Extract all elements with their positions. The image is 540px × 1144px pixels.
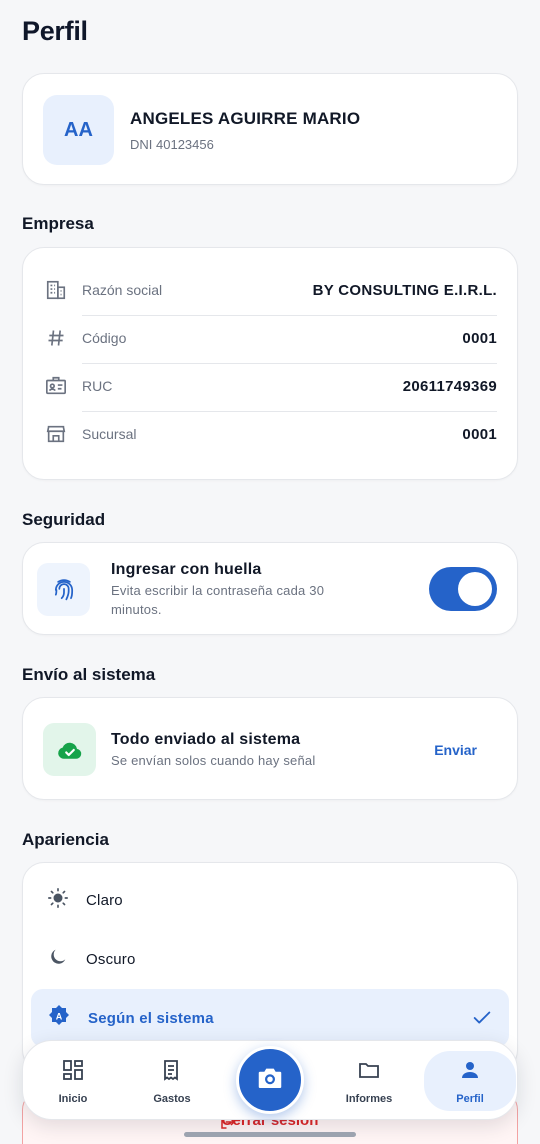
nav-label: Gastos	[153, 1092, 191, 1105]
company-section-title: Empresa	[22, 214, 94, 233]
company-value: BY CONSULTING E.I.R.L.	[312, 281, 497, 299]
nav-label: Inicio	[58, 1092, 88, 1105]
auto-theme-icon: A	[47, 1004, 71, 1033]
company-card: Razón social BY CONSULTING E.I.R.L. Códi…	[22, 247, 518, 480]
fingerprint-title: Ingresar con huella	[111, 561, 262, 578]
theme-option-system[interactable]: A Según el sistema	[31, 989, 509, 1047]
fingerprint-description: Evita escribir la contraseña cada 30 min…	[111, 583, 325, 617]
theme-option-label: Según el sistema	[88, 1009, 214, 1027]
company-value: 0001	[462, 329, 497, 347]
home-indicator	[184, 1132, 356, 1137]
theme-option-label: Oscuro	[86, 950, 136, 968]
building-icon	[44, 278, 68, 302]
bottom-nav: Inicio Gastos Informes Perfil	[22, 1040, 518, 1120]
send-status: Todo enviado al sistema	[111, 731, 301, 748]
camera-icon	[255, 1063, 285, 1098]
avatar: AA	[43, 95, 114, 165]
fingerprint-icon	[37, 563, 90, 616]
company-value: 20611749369	[402, 377, 497, 395]
profile-card: AA ANGELES AGUIRRE MARIO DNI 40123456	[22, 73, 518, 185]
person-icon	[458, 1058, 482, 1087]
check-icon	[471, 1007, 493, 1034]
nav-label: Perfil	[456, 1092, 484, 1105]
theme-option-dark[interactable]: Oscuro	[31, 930, 509, 988]
company-label: RUC	[82, 378, 113, 394]
appearance-section-title: Apariencia	[22, 830, 109, 849]
receipt-icon	[160, 1058, 184, 1087]
svg-text:A: A	[56, 1011, 63, 1021]
fingerprint-toggle[interactable]	[429, 567, 497, 611]
nav-label: Informes	[345, 1092, 393, 1105]
company-label: Razón social	[82, 282, 163, 298]
page-title: Perfil	[22, 16, 88, 46]
company-value: 0001	[462, 425, 497, 443]
theme-option-label: Claro	[86, 891, 123, 909]
store-icon	[44, 422, 68, 446]
company-row-codigo: Código 0001	[43, 314, 497, 362]
folder-icon	[357, 1058, 381, 1087]
theme-option-light[interactable]: Claro	[31, 871, 509, 929]
camera-button[interactable]	[236, 1046, 304, 1114]
send-button[interactable]: Enviar	[434, 742, 477, 758]
id-card-icon	[44, 374, 68, 398]
nav-item-gastos[interactable]: Gastos	[126, 1041, 218, 1121]
company-label: Código	[82, 330, 127, 346]
nav-item-inicio[interactable]: Inicio	[27, 1041, 119, 1121]
send-section-title: Envío al sistema	[22, 665, 156, 684]
company-row-razon-social: Razón social BY CONSULTING E.I.R.L.	[43, 266, 497, 314]
profile-name: ANGELES AGUIRRE MARIO	[130, 109, 361, 128]
profile-dni: DNI 40123456	[130, 137, 214, 152]
company-row-ruc: RUC 20611749369	[43, 362, 497, 410]
moon-icon	[47, 946, 69, 973]
company-row-sucursal: Sucursal 0001	[43, 410, 497, 458]
nav-item-informes[interactable]: Informes	[323, 1041, 415, 1121]
nav-item-perfil[interactable]: Perfil	[424, 1051, 516, 1111]
sun-icon	[47, 887, 69, 914]
toggle-knob	[458, 572, 492, 606]
dashboard-icon	[61, 1058, 85, 1087]
hash-icon	[44, 326, 68, 350]
company-label: Sucursal	[82, 426, 137, 442]
security-card: Ingresar con huella Evita escribir la co…	[22, 542, 518, 635]
send-card: Todo enviado al sistema Se envían solos …	[22, 697, 518, 800]
send-description: Se envían solos cuando hay señal	[111, 753, 316, 768]
cloud-check-icon	[43, 723, 96, 776]
security-section-title: Seguridad	[22, 510, 106, 529]
